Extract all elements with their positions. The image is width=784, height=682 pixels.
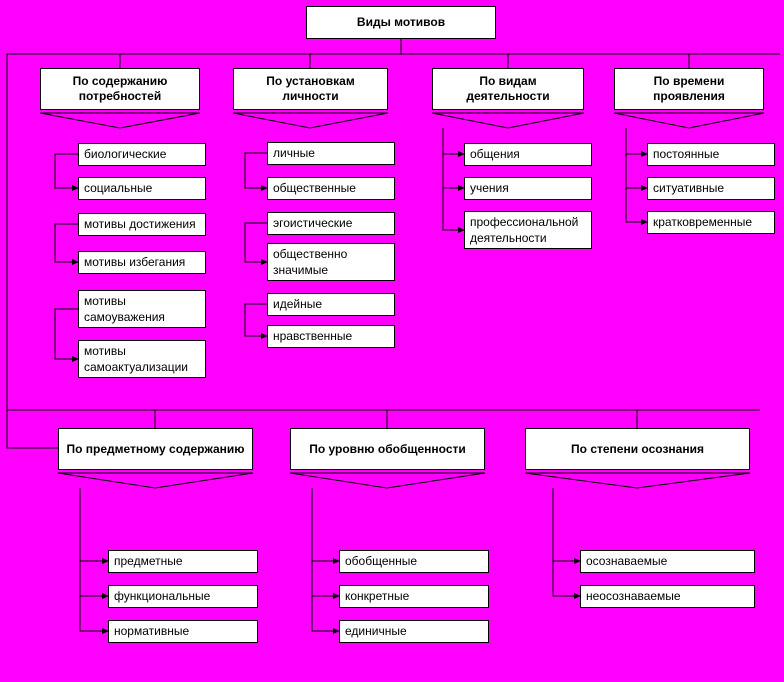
c7-item-1: неосознаваемые (580, 585, 755, 608)
c5-item-2: нормативные (108, 620, 258, 643)
cat-2-title: По установкам личности (233, 68, 388, 110)
cat-3-title: По видам деятельности (432, 68, 584, 110)
cat-1-title: По содержанию потребностей (40, 68, 200, 110)
c2-item-1: общественные (267, 177, 395, 200)
cat-6-title: По уровню обобщенности (290, 428, 485, 470)
root-title: Виды мотивов (306, 6, 496, 39)
c1-item-2: мотивы достижения (78, 213, 206, 236)
cat-4-title: По времени проявления (614, 68, 764, 110)
cat-5-title: По предметному содержанию (58, 428, 253, 470)
c2-item-5: нравственные (267, 325, 395, 348)
cat-7-title: По степени осознания (525, 428, 750, 470)
c5-item-1: функциональные (108, 585, 258, 608)
c1-item-1: социальные (78, 177, 206, 200)
c5-item-0: предметные (108, 550, 258, 573)
c3-item-0: общения (464, 143, 592, 166)
c4-item-2: кратковременные (647, 211, 775, 234)
c2-item-0: личные (267, 142, 395, 165)
c2-item-4: идейные (267, 293, 395, 316)
c3-item-2: профессиональной деятельности (464, 211, 592, 249)
c6-item-2: единичные (339, 620, 489, 643)
c6-item-0: обобщенные (339, 550, 489, 573)
c1-item-5: мотивы самоактуализации (78, 340, 206, 378)
c1-item-3: мотивы избегания (78, 251, 206, 274)
c6-item-1: конкретные (339, 585, 489, 608)
c4-item-0: постоянные (647, 143, 775, 166)
c2-item-2: эгоистические (267, 212, 395, 235)
c4-item-1: ситуативные (647, 177, 775, 200)
c2-item-3: общественно значимые (267, 243, 395, 281)
c7-item-0: осознаваемые (580, 550, 755, 573)
c1-item-0: биологические (78, 143, 206, 166)
c1-item-4: мотивы самоуважения (78, 290, 206, 328)
c3-item-1: учения (464, 177, 592, 200)
